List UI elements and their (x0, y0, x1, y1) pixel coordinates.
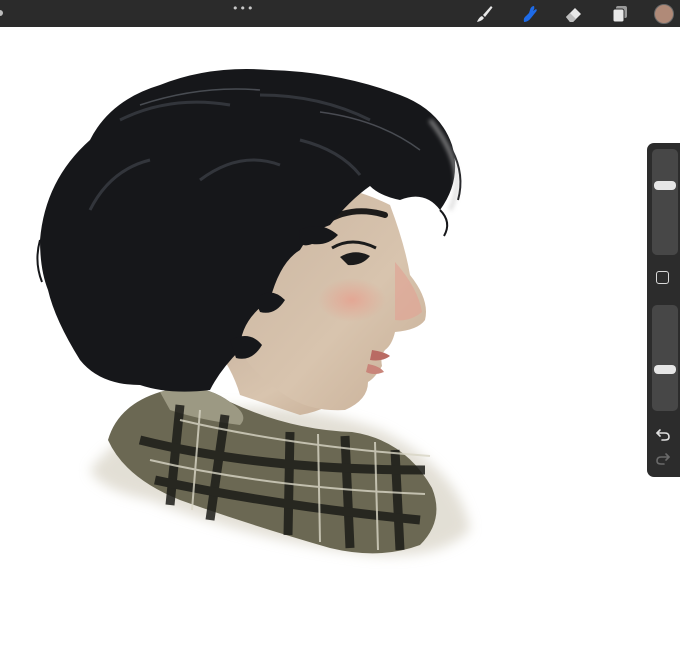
portrait-artwork (36, 69, 470, 556)
brush-slider-panel (647, 143, 680, 477)
brush-tool-button[interactable] (473, 3, 495, 25)
eraser-tool-button[interactable] (563, 3, 585, 25)
color-picker-button[interactable] (654, 4, 674, 24)
modify-square-icon[interactable] (656, 271, 669, 284)
brush-size-slider-thumb[interactable] (654, 181, 676, 190)
more-options-button[interactable]: ••• (232, 3, 253, 14)
brush-opacity-slider[interactable] (652, 305, 678, 411)
eraser-icon (566, 8, 581, 22)
smudge-icon (523, 6, 537, 22)
drawing-canvas[interactable] (0, 27, 680, 659)
redo-button[interactable] (654, 450, 672, 466)
brush-opacity-slider-thumb[interactable] (654, 365, 676, 374)
layers-tool-button[interactable] (609, 3, 631, 25)
smudge-tool-button[interactable] (519, 3, 541, 25)
layers-icon (612, 6, 627, 23)
top-toolbar: ••• (0, 0, 680, 27)
brush-icon (477, 6, 493, 22)
brush-size-slider[interactable] (652, 149, 678, 255)
undo-arrow-icon (656, 429, 670, 441)
gallery-edge-dot[interactable] (0, 10, 3, 16)
undo-button[interactable] (654, 426, 672, 442)
redo-arrow-icon (656, 453, 670, 465)
